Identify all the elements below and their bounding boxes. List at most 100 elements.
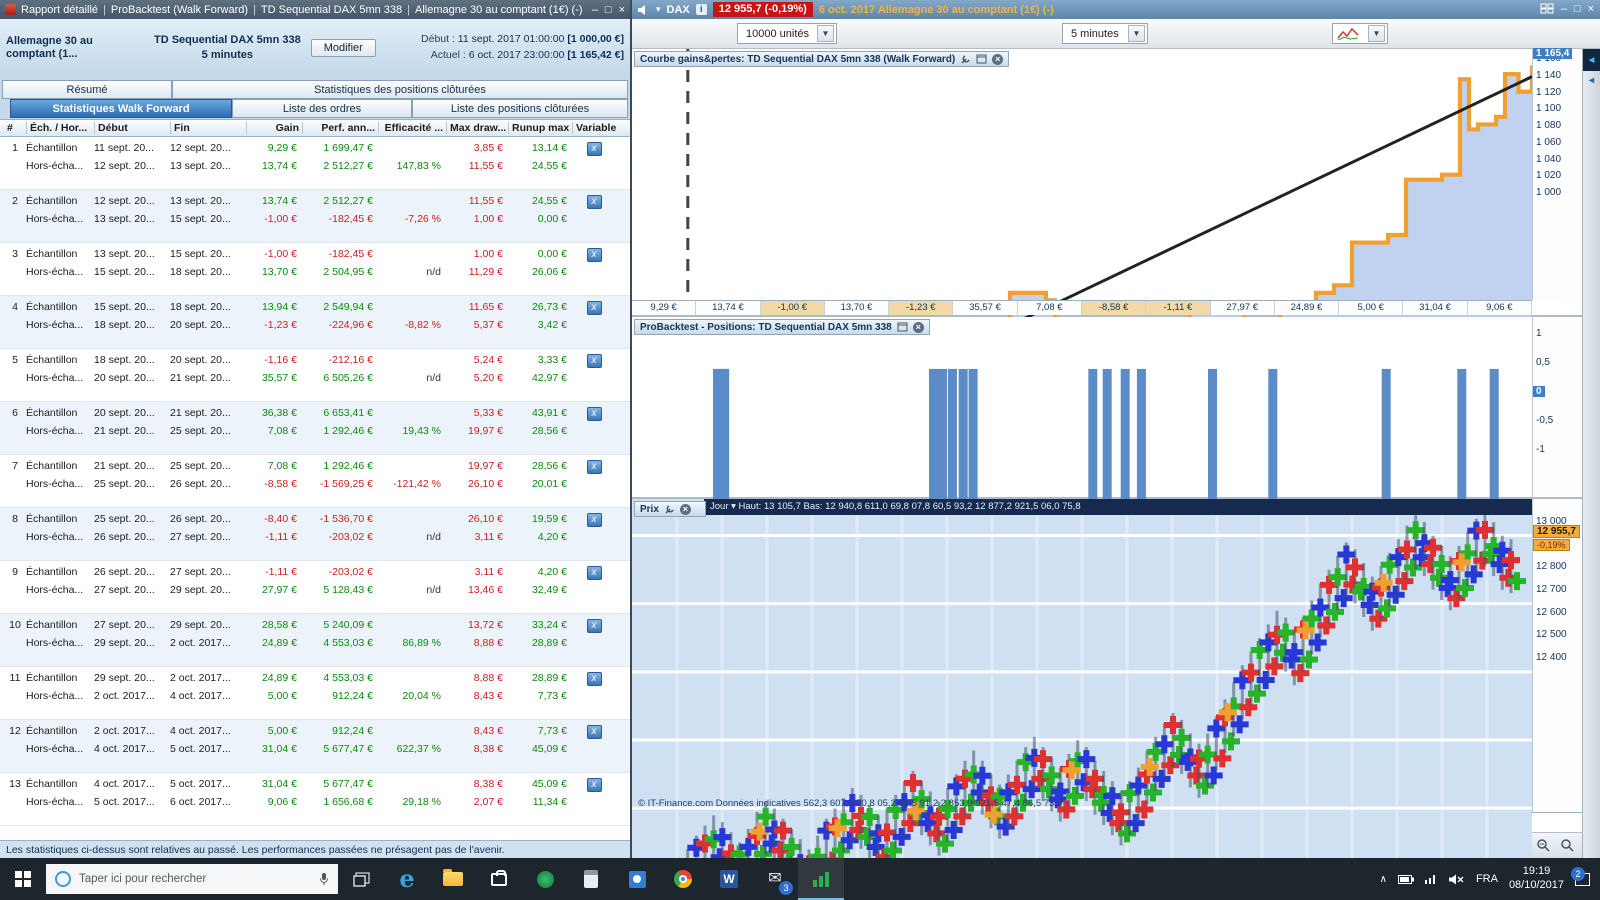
modify-button[interactable]: Modifier xyxy=(310,39,376,57)
maximize-icon[interactable]: □ xyxy=(605,4,612,16)
variables-button[interactable]: x xyxy=(586,513,602,527)
word-icon[interactable]: W xyxy=(706,858,752,900)
close-icon[interactable]: × xyxy=(1588,3,1594,17)
column-header[interactable]: Perf. ann... xyxy=(302,122,378,134)
chevron-down-icon[interactable]: ▼ xyxy=(1368,25,1385,42)
photos-icon[interactable] xyxy=(614,858,660,900)
walk-forward-row[interactable]: 12 Échantillon 2 oct. 2017... 4 oct. 2017..… xyxy=(0,720,630,773)
walk-forward-row[interactable]: 6 Échantillon 20 sept. 20... 21 sept. 20...… xyxy=(0,402,630,455)
fin-date: 2 oct. 2017... xyxy=(170,637,231,649)
mail-icon[interactable]: ✉ 3 xyxy=(752,858,798,900)
walk-forward-row[interactable]: 3 Échantillon 13 sept. 20... 15 sept. 20...… xyxy=(0,243,630,296)
positions-panel-header[interactable]: ProBacktest - Positions: TD Sequential D… xyxy=(634,319,930,335)
column-header[interactable]: Éch. / Hor... xyxy=(26,122,94,134)
language-indicator[interactable]: FRA xyxy=(1476,873,1498,885)
microphone-icon[interactable] xyxy=(319,872,329,886)
money-app-icon[interactable] xyxy=(522,858,568,900)
chrome-icon[interactable] xyxy=(660,858,706,900)
window-icon[interactable] xyxy=(897,322,908,332)
speaker-icon[interactable] xyxy=(638,4,650,15)
battery-icon[interactable] xyxy=(1397,874,1414,884)
variables-button[interactable]: x xyxy=(586,142,602,156)
chevron-down-icon[interactable]: ▼ xyxy=(1128,25,1145,42)
equity-panel-header[interactable]: Courbe gains&pertes: TD Sequential DAX 5… xyxy=(634,51,1010,67)
zoom-lens-button[interactable] xyxy=(1558,837,1576,855)
volume-muted-icon[interactable] xyxy=(1448,874,1465,885)
info-icon[interactable]: i xyxy=(695,4,707,15)
walk-forward-row[interactable]: 9 Échantillon 26 sept. 20... 27 sept. 20...… xyxy=(0,561,630,614)
variables-button[interactable]: x xyxy=(586,301,602,315)
variables-button[interactable]: x xyxy=(586,672,602,686)
maximize-icon[interactable]: □ xyxy=(1574,3,1581,17)
zoom-out-button[interactable] xyxy=(1534,837,1552,855)
system-tray: ∧ FRA 19:19 08/10/2017 2 xyxy=(1370,858,1600,900)
price-panel-header[interactable]: Prix × xyxy=(634,501,706,517)
efficiency-value: 147,83 % xyxy=(396,160,441,172)
chart-type-dropdown[interactable]: ▼ xyxy=(1332,23,1388,44)
task-view-button[interactable] xyxy=(338,858,384,900)
units-dropdown[interactable]: 10000 unités ▼ xyxy=(737,23,837,44)
tab-closed-positions[interactable]: Liste des positions clôturées xyxy=(412,99,628,118)
collapse-arrow-icon[interactable]: ◂ xyxy=(1589,75,1594,86)
walk-forward-row[interactable]: 7 Échantillon 21 sept. 20... 25 sept. 20...… xyxy=(0,455,630,508)
column-header[interactable]: Gain xyxy=(246,122,302,134)
wrench-icon[interactable] xyxy=(664,504,675,515)
walk-forward-row[interactable]: 13 Échantillon 4 oct. 2017... 5 oct. 2017..… xyxy=(0,773,630,826)
panel-close-icon[interactable]: × xyxy=(912,321,924,333)
variables-button[interactable]: x xyxy=(586,354,602,368)
column-header[interactable]: Début xyxy=(94,122,170,134)
taskbar-clock[interactable]: 19:19 08/10/2017 xyxy=(1509,865,1564,893)
trading-app-icon[interactable] xyxy=(798,858,844,900)
layout-grid-icon[interactable] xyxy=(1540,3,1554,17)
column-header[interactable]: # xyxy=(4,122,26,134)
sound-panel-icon[interactable]: ◄ xyxy=(1582,49,1600,71)
variables-button[interactable]: x xyxy=(586,248,602,262)
variables-button[interactable]: x xyxy=(586,407,602,421)
store-icon[interactable] xyxy=(476,858,522,900)
column-header[interactable]: Runup max xyxy=(508,122,572,134)
chevron-down-icon[interactable]: ▾ xyxy=(656,4,661,15)
wrench-icon[interactable] xyxy=(960,54,971,65)
walk-forward-row[interactable]: 10 Échantillon 27 sept. 20... 29 sept. 20..… xyxy=(0,614,630,667)
variables-button[interactable]: x xyxy=(586,566,602,580)
tab-orders[interactable]: Liste des ordres xyxy=(232,99,412,118)
variables-button[interactable]: x xyxy=(586,460,602,474)
walk-forward-row[interactable]: 4 Échantillon 15 sept. 20... 18 sept. 20...… xyxy=(0,296,630,349)
walk-forward-row[interactable]: 8 Échantillon 25 sept. 20... 26 sept. 20...… xyxy=(0,508,630,561)
chart-titlebar[interactable]: ▾ DAX i 12 955,7 (-0,19%) 6 oct. 2017 Al… xyxy=(632,0,1600,19)
action-center-icon[interactable]: 2 xyxy=(1571,866,1590,886)
column-header[interactable]: Variables xyxy=(572,122,616,134)
tab-stats-closed[interactable]: Statistiques des positions clôturées xyxy=(172,80,628,99)
minimize-icon[interactable]: ‒ xyxy=(1561,3,1567,17)
gain-value: 28,58 € xyxy=(261,619,297,631)
variables-button[interactable]: x xyxy=(586,778,602,792)
edge-icon[interactable]: e xyxy=(384,858,430,900)
variables-button[interactable]: x xyxy=(586,195,602,209)
column-header[interactable]: Efficacité ... xyxy=(378,122,446,134)
tab-resume[interactable]: Résumé xyxy=(2,80,172,99)
file-explorer-icon[interactable] xyxy=(430,858,476,900)
taskbar-search[interactable]: Taper ici pour rechercher xyxy=(46,864,338,894)
tab-walk-forward[interactable]: Statistiques Walk Forward xyxy=(10,99,232,118)
calculator-icon[interactable] xyxy=(568,858,614,900)
walk-forward-row[interactable]: 1 Échantillon 11 sept. 20... 12 sept. 20...… xyxy=(0,137,630,190)
price-chart[interactable] xyxy=(632,515,1532,900)
walk-forward-row[interactable]: 5 Échantillon 18 sept. 20... 20 sept. 20...… xyxy=(0,349,630,402)
chevron-down-icon[interactable]: ▼ xyxy=(817,25,834,42)
walk-forward-row[interactable]: 2 Échantillon 12 sept. 20... 13 sept. 20...… xyxy=(0,190,630,243)
variables-button[interactable]: x xyxy=(586,725,602,739)
variables-button[interactable]: x xyxy=(586,619,602,633)
network-icon[interactable] xyxy=(1424,874,1438,884)
tray-expand-icon[interactable]: ∧ xyxy=(1380,874,1387,885)
column-header[interactable]: Fin xyxy=(170,122,246,134)
minimize-icon[interactable]: ‒ xyxy=(592,4,598,16)
close-icon[interactable]: × xyxy=(619,4,625,16)
report-titlebar[interactable]: Rapport détaillé | ProBacktest (Walk Forw… xyxy=(0,0,630,19)
panel-close-icon[interactable]: × xyxy=(992,53,1004,65)
start-button[interactable] xyxy=(0,858,46,900)
walk-forward-row[interactable]: 11 Échantillon 29 sept. 20... 2 oct. 2017..… xyxy=(0,667,630,720)
timeframe-dropdown[interactable]: 5 minutes ▼ xyxy=(1062,23,1148,44)
window-icon[interactable] xyxy=(976,54,987,64)
panel-close-icon[interactable]: × xyxy=(679,503,691,515)
column-header[interactable]: Max draw... xyxy=(446,122,508,134)
